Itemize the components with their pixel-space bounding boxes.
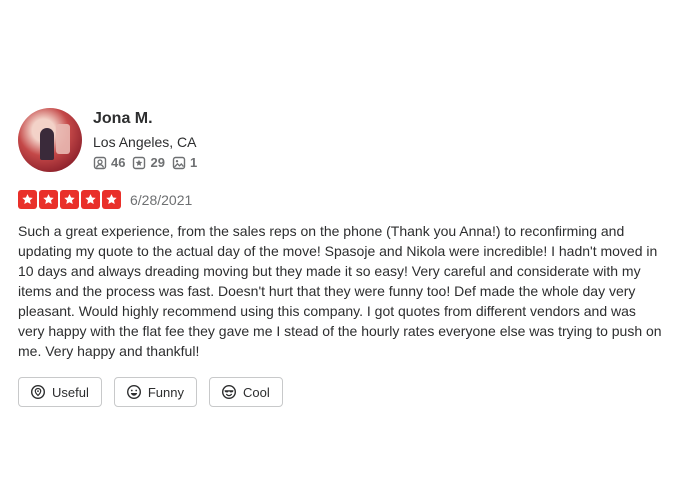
friends-icon [93, 156, 107, 169]
reviewer-name[interactable]: Jona M. [93, 109, 204, 129]
photo-icon [172, 156, 186, 169]
useful-label: Useful [52, 384, 89, 400]
cool-icon [221, 384, 237, 400]
reviewer-header: Jona M. Los Angeles, CA 46 29 1 [18, 108, 662, 172]
cool-label: Cool [243, 384, 270, 400]
reviewer-location: Los Angeles, CA [93, 134, 197, 150]
useful-button[interactable]: Useful [18, 377, 102, 407]
review-star-icon [133, 156, 146, 169]
avatar[interactable] [18, 108, 82, 172]
friends-count: 46 [111, 155, 126, 170]
funny-button[interactable]: Funny [113, 377, 197, 407]
review-date: 6/28/2021 [130, 191, 193, 208]
photos-count: 1 [189, 155, 198, 170]
reaction-buttons: Useful Funny Cool [18, 377, 662, 407]
user-info: Jona M. Los Angeles, CA 46 29 1 [93, 108, 204, 170]
star-icon [39, 190, 58, 209]
star-rating [18, 190, 123, 209]
funny-icon [126, 384, 141, 400]
photos-stat: 1 [172, 155, 197, 170]
avatar-figure [40, 128, 54, 160]
rating-row: 6/28/2021 [18, 190, 662, 209]
avatar-background-shape [56, 124, 70, 154]
star-icon [60, 190, 79, 209]
reviewer-stats: 46 29 1 [93, 155, 204, 170]
reviews-stat: 29 [132, 155, 165, 170]
useful-icon [30, 384, 46, 400]
star-icon [81, 190, 100, 209]
reviews-count: 29 [150, 155, 165, 170]
review-card: Jona M. Los Angeles, CA 46 29 1 6/28/202… [18, 108, 662, 407]
review-text: Such a great experience, from the sales … [18, 223, 662, 359]
cool-button[interactable]: Cool [209, 377, 283, 407]
star-icon [18, 190, 37, 209]
funny-label: Funny [147, 384, 184, 400]
star-icon [102, 190, 121, 209]
friends-stat: 46 [93, 155, 125, 170]
